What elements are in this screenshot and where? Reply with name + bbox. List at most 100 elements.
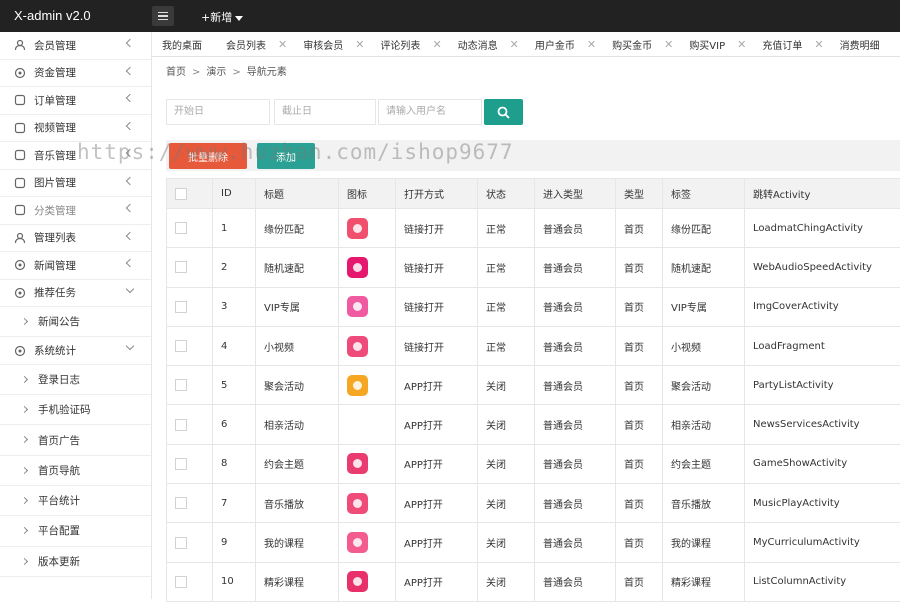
video-icon (14, 122, 26, 134)
sidebar-subitem-stats-3[interactable]: 首页导航 (0, 456, 151, 486)
cell-activity: NewsServicesActivity (745, 405, 900, 444)
tab-6[interactable]: 购买金币✕ (602, 32, 679, 57)
app-icon (347, 375, 368, 396)
tab-7[interactable]: 购买VIP✕ (679, 32, 752, 57)
sidebar-subitem-stats-5[interactable]: 平台配置 (0, 516, 151, 546)
table-row[interactable]: 7音乐播放APP打开关闭普通会员首页音乐播放MusicPlayActivity (167, 484, 900, 523)
batch-delete-button[interactable]: 批量删除 (169, 143, 247, 169)
app-icon (347, 257, 368, 278)
cell-id: 10 (213, 562, 256, 601)
sidebar-subitem-stats-4[interactable]: 平台统计 (0, 486, 151, 516)
breadcrumb: 首页>演示>导航元素 (166, 63, 287, 78)
admin-icon (14, 232, 26, 244)
tab-8[interactable]: 充值订单✕ (752, 32, 829, 57)
search-button[interactable] (484, 99, 523, 125)
music-icon (14, 149, 26, 161)
username-input[interactable]: 请输入用户名 (378, 99, 482, 125)
row-checkbox[interactable] (175, 379, 187, 391)
tab-4[interactable]: 动态消息✕ (448, 32, 525, 57)
cell-checkbox (167, 405, 213, 444)
tab-2[interactable]: 审核会员✕ (293, 32, 370, 57)
chevron-left-icon (126, 231, 134, 239)
sidebar-item-2[interactable]: 订单管理 (0, 87, 151, 115)
table-row[interactable]: 1缘份匹配链接打开正常普通会员首页缘份匹配LoadmatChingActivit… (167, 209, 900, 248)
sidebar-item-8[interactable]: 新闻管理 (0, 252, 151, 280)
cell-open-mode: 链接打开 (396, 287, 478, 326)
row-checkbox[interactable] (175, 222, 187, 234)
sidebar-subitem-task-0[interactable]: 新闻公告 (0, 307, 151, 337)
sidebar-subitem-stats-2[interactable]: 首页广告 (0, 425, 151, 455)
tab-1[interactable]: 会员列表✕ (216, 32, 293, 57)
table-row[interactable]: 6相亲活动APP打开关闭普通会员首页相亲活动NewsServicesActivi… (167, 405, 900, 444)
end-date-input[interactable]: 截止日 (274, 99, 376, 125)
sidebar-item-stats[interactable]: 系统统计 (0, 337, 151, 365)
chevron-left-icon (126, 94, 134, 102)
sidebar-item-0[interactable]: 会员管理 (0, 32, 151, 60)
sidebar-subitem-stats-1[interactable]: 手机验证码 (0, 395, 151, 425)
table-row[interactable]: 4小视频链接打开正常普通会员首页小视频LoadFragment (167, 326, 900, 365)
table-row[interactable]: 3VIP专属链接打开正常普通会员首页VIP专属ImgCoverActivity (167, 287, 900, 326)
row-checkbox[interactable] (175, 419, 187, 431)
table-row[interactable]: 9我的课程APP打开关闭普通会员首页我的课程MyCurriculumActivi… (167, 523, 900, 562)
table-row[interactable]: 10精彩课程APP打开关闭普通会员首页精彩课程ListColumnActivit… (167, 562, 900, 601)
cell-type: 首页 (616, 326, 663, 365)
cell-enter-type: 普通会员 (535, 484, 616, 523)
order-icon (14, 94, 26, 106)
sidebar-subitem-stats-6[interactable]: 版本更新 (0, 547, 151, 577)
row-checkbox[interactable] (175, 301, 187, 313)
close-icon[interactable]: ✕ (814, 38, 823, 51)
table-row[interactable]: 2随机速配链接打开正常普通会员首页随机速配WebAudioSpeedActivi… (167, 248, 900, 287)
close-icon[interactable]: ✕ (737, 38, 746, 51)
close-icon[interactable]: ✕ (278, 38, 287, 51)
tab-3[interactable]: 评论列表✕ (370, 32, 447, 57)
sidebar-item-3[interactable]: 视频管理 (0, 115, 151, 143)
select-all-header[interactable] (167, 179, 213, 209)
table-header-row: ID标题图标打开方式状态进入类型类型标签跳转Activity (167, 179, 900, 209)
row-checkbox[interactable] (175, 576, 187, 588)
breadcrumb-demo[interactable]: 演示 (206, 67, 226, 78)
start-date-input[interactable]: 开始日 (166, 99, 270, 125)
table-row[interactable]: 5聚会活动APP打开关闭普通会员首页聚会活动PartyListActivity (167, 366, 900, 405)
tab-0[interactable]: 我的桌面 (152, 32, 216, 57)
select-all-checkbox[interactable] (175, 188, 187, 200)
row-checkbox[interactable] (175, 497, 187, 509)
table-row[interactable]: 8约会主题APP打开关闭普通会员首页约会主题GameShowActivity (167, 444, 900, 483)
cell-title: 约会主题 (256, 444, 339, 483)
chevron-left-icon (126, 121, 134, 129)
stats-icon (14, 345, 26, 357)
row-checkbox[interactable] (175, 261, 187, 273)
cell-tag: VIP专属 (663, 287, 745, 326)
sidebar-item-1[interactable]: 资金管理 (0, 60, 151, 88)
tab-9[interactable]: 消费明细 (830, 32, 886, 57)
sidebar-item-6[interactable]: 分类管理 (0, 197, 151, 225)
menu-toggle-icon[interactable] (152, 6, 174, 26)
cell-id: 7 (213, 484, 256, 523)
cell-checkbox (167, 209, 213, 248)
close-icon[interactable]: ✕ (587, 38, 596, 51)
sidebar-subitem-label: 登录日志 (38, 372, 80, 387)
breadcrumb-home[interactable]: 首页 (166, 67, 186, 78)
add-new-menu[interactable]: +新增 (201, 9, 243, 25)
tab-5[interactable]: 用户金币✕ (525, 32, 602, 57)
app-logo[interactable]: X-admin v2.0 (14, 8, 91, 23)
sidebar-item-4[interactable]: 音乐管理 (0, 142, 151, 170)
sidebar-item-7[interactable]: 管理列表 (0, 225, 151, 253)
close-icon[interactable]: ✕ (355, 38, 364, 51)
sidebar-item-label: 视频管理 (34, 120, 76, 135)
cell-status: 正常 (478, 326, 535, 365)
sidebar-item-5[interactable]: 图片管理 (0, 170, 151, 198)
row-checkbox[interactable] (175, 537, 187, 549)
app-icon (347, 218, 368, 239)
close-icon[interactable]: ✕ (510, 38, 519, 51)
cell-type: 首页 (616, 287, 663, 326)
add-new-label: +新增 (201, 11, 232, 24)
close-icon[interactable]: ✕ (664, 38, 673, 51)
row-checkbox[interactable] (175, 458, 187, 470)
category-icon (14, 204, 26, 216)
close-icon[interactable]: ✕ (432, 38, 441, 51)
sidebar-item-9[interactable]: 推荐任务 (0, 280, 151, 308)
add-button[interactable]: 添加 (257, 143, 315, 169)
sidebar-subitem-stats-0[interactable]: 登录日志 (0, 365, 151, 395)
row-checkbox[interactable] (175, 340, 187, 352)
cell-title: 音乐播放 (256, 484, 339, 523)
